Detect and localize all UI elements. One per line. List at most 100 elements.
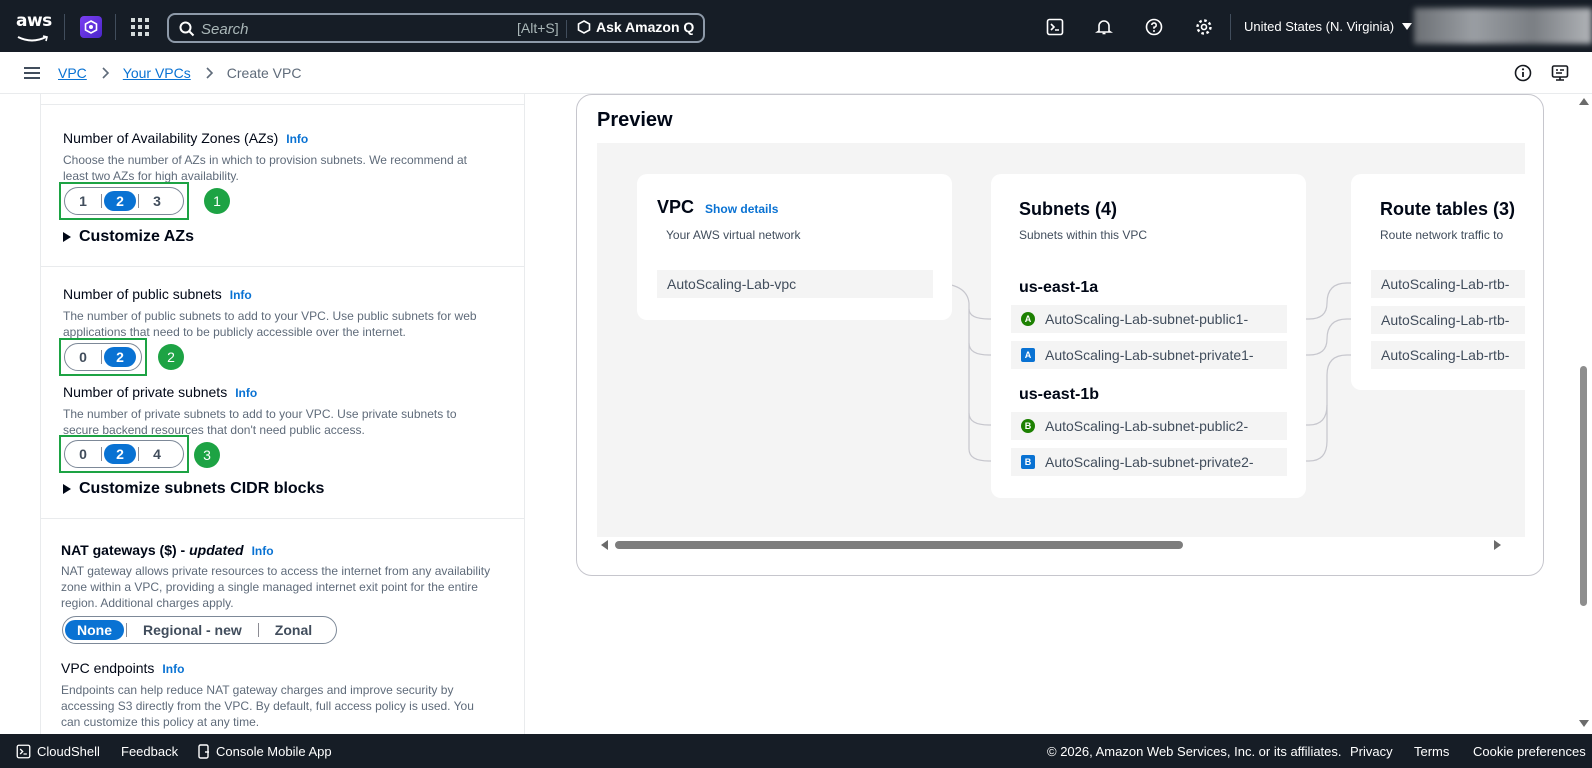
section-divider xyxy=(41,518,525,519)
breadcrumb-your-vpcs-link[interactable]: Your VPCs xyxy=(123,65,191,81)
private-subnets-option-0[interactable]: 0 xyxy=(67,444,99,464)
azs-option-2[interactable]: 2 xyxy=(104,191,136,211)
public-subnets-info-link[interactable]: Info xyxy=(230,288,252,302)
feedback-link[interactable]: Feedback xyxy=(121,744,178,759)
private-subnets-option-4[interactable]: 4 xyxy=(141,444,173,464)
route-tables-card-title: Route tables (3) xyxy=(1380,199,1516,219)
info-panel-icon[interactable] xyxy=(1514,64,1532,82)
route-table-node[interactable]: AutoScaling-Lab-rtb- xyxy=(1371,306,1525,334)
scrollbar-thumb[interactable] xyxy=(1580,366,1587,606)
scrollbar-thumb[interactable] xyxy=(615,541,1183,549)
scroll-down-arrow-icon[interactable] xyxy=(1579,720,1589,728)
step-badge-3: 3 xyxy=(194,442,220,468)
vpc-node[interactable]: AutoScaling-Lab-vpc xyxy=(657,270,933,298)
subnet-node-private2[interactable]: B AutoScaling-Lab-subnet-private2- xyxy=(1011,448,1287,476)
caret-down-icon xyxy=(1402,22,1413,30)
route-tables-card-subtitle: Route network traffic to xyxy=(1380,228,1504,242)
footer: CloudShell Feedback Console Mobile App ©… xyxy=(0,734,1592,768)
search-box[interactable]: [Alt+S] Ask Amazon Q xyxy=(167,13,705,43)
private-subnets-info-link[interactable]: Info xyxy=(235,386,257,400)
private-subnets-description: The number of private subnets to add to … xyxy=(63,407,457,437)
preview-container: Preview VPC Show details Your AWS virtua… xyxy=(576,94,1544,576)
azs-option-1[interactable]: 1 xyxy=(67,191,99,211)
region-selector[interactable]: United States (N. Virginia) xyxy=(1244,19,1413,34)
cloudshell-label: CloudShell xyxy=(37,744,100,759)
preview-horizontal-scrollbar[interactable] xyxy=(597,537,1525,553)
route-table-node[interactable]: AutoScaling-Lab-rtb- xyxy=(1371,270,1525,298)
console-mobile-app-link[interactable]: Console Mobile App xyxy=(198,744,332,759)
account-menu[interactable] xyxy=(1414,8,1592,44)
caret-right-icon xyxy=(63,232,71,242)
private-subnets-option-2[interactable]: 2 xyxy=(104,444,136,464)
services-grid-icon[interactable] xyxy=(131,18,149,36)
search-divider xyxy=(566,20,567,38)
notifications-bell-icon[interactable] xyxy=(1095,18,1113,36)
aws-smile-icon xyxy=(17,35,48,42)
ask-amazon-q-label: Ask Amazon Q xyxy=(596,19,695,35)
feedback-panel-icon[interactable] xyxy=(1551,64,1569,82)
nat-gateways-label: NAT gateways ($) - updated Info xyxy=(61,542,274,558)
nat-option-none[interactable]: None xyxy=(65,620,124,640)
breadcrumb-current: Create VPC xyxy=(226,65,302,81)
public-subnets-segmented-control[interactable]: 0 2 xyxy=(64,343,142,371)
aws-logo[interactable]: aws xyxy=(16,12,52,42)
subnet-node-public2[interactable]: B AutoScaling-Lab-subnet-public2- xyxy=(1011,412,1287,440)
az-label-us-east-1b: us-east-1b xyxy=(1019,386,1100,403)
step-badge-1: 1 xyxy=(204,188,230,214)
vpc-card-title: VPC Show details xyxy=(657,197,779,217)
show-details-link[interactable]: Show details xyxy=(705,202,778,216)
cloudshell-icon xyxy=(16,744,31,759)
scroll-right-arrow-icon[interactable] xyxy=(1493,540,1501,550)
azs-option-3[interactable]: 3 xyxy=(141,191,173,211)
vpc-endpoints-label: VPC endpoints Info xyxy=(61,660,185,676)
preview-title: Preview xyxy=(597,109,673,131)
search-input[interactable] xyxy=(201,19,501,39)
privacy-link[interactable]: Privacy xyxy=(1350,744,1393,759)
chevron-right-icon xyxy=(206,67,213,79)
help-icon[interactable] xyxy=(1145,18,1163,36)
public-subnets-description: The number of public subnets to add to y… xyxy=(63,309,477,339)
subnet-node-private1[interactable]: A AutoScaling-Lab-subnet-private1- xyxy=(1011,341,1287,369)
private-subnet-icon: B xyxy=(1021,455,1035,469)
nav-divider xyxy=(64,14,65,40)
private-subnets-segmented-control[interactable]: 0 2 4 xyxy=(64,440,184,468)
breadcrumb-bar: VPC Your VPCs Create VPC xyxy=(0,52,1592,94)
customize-azs-expander[interactable]: Customize AZs xyxy=(63,228,194,246)
public-subnet-icon: B xyxy=(1021,419,1035,433)
cloudshell-button[interactable]: CloudShell xyxy=(16,744,100,759)
cloudshell-icon[interactable] xyxy=(1046,18,1064,36)
subnets-card-title: Subnets (4) xyxy=(1019,199,1118,219)
route-table-node[interactable]: AutoScaling-Lab-rtb- xyxy=(1371,341,1525,369)
nav-divider xyxy=(115,14,116,40)
vpc-endpoints-info-link[interactable]: Info xyxy=(162,662,184,676)
ask-amazon-q-button[interactable]: Ask Amazon Q xyxy=(577,19,694,35)
menu-hamburger-icon[interactable] xyxy=(24,67,40,80)
top-navigation: aws [Alt+S] Ask Amazon Q United States (… xyxy=(0,0,1592,52)
resource-map-canvas: VPC Show details Your AWS virtual networ… xyxy=(597,143,1525,537)
terms-link[interactable]: Terms xyxy=(1414,744,1449,759)
public-subnets-option-2[interactable]: 2 xyxy=(104,347,136,367)
public-subnets-option-0[interactable]: 0 xyxy=(67,347,99,367)
vpc-card-subtitle: Your AWS virtual network xyxy=(666,228,801,242)
scroll-left-arrow-icon[interactable] xyxy=(601,540,609,550)
azs-segmented-control[interactable]: 1 2 3 xyxy=(64,187,184,215)
chevron-right-icon xyxy=(102,67,109,79)
scroll-up-arrow-icon[interactable] xyxy=(1579,98,1589,106)
subnet-node-public1[interactable]: A AutoScaling-Lab-subnet-public1- xyxy=(1011,305,1287,333)
subnets-card-subtitle: Subnets within this VPC xyxy=(1019,228,1148,242)
azs-info-link[interactable]: Info xyxy=(286,132,308,146)
step-badge-2: 2 xyxy=(158,344,184,370)
nat-gateways-info-link[interactable]: Info xyxy=(252,544,274,558)
settings-gear-icon[interactable] xyxy=(1195,18,1213,36)
azs-field-label: Number of Availability Zones (AZs) Info xyxy=(63,130,309,146)
search-shortcut: [Alt+S] xyxy=(517,20,559,36)
customize-cidr-expander[interactable]: Customize subnets CIDR blocks xyxy=(63,480,324,498)
vpc-service-icon[interactable] xyxy=(80,16,102,38)
cookie-preferences-link[interactable]: Cookie preferences xyxy=(1473,744,1586,759)
page-vertical-scrollbar[interactable] xyxy=(1576,94,1592,734)
breadcrumb-vpc-link[interactable]: VPC xyxy=(58,65,87,81)
nat-option-regional[interactable]: Regional - new xyxy=(129,620,256,640)
nat-gateways-segmented-control[interactable]: None Regional - new Zonal xyxy=(62,616,337,644)
nat-option-zonal[interactable]: Zonal xyxy=(261,620,326,640)
nat-gateways-description: NAT gateway allows private resources to … xyxy=(61,564,491,610)
